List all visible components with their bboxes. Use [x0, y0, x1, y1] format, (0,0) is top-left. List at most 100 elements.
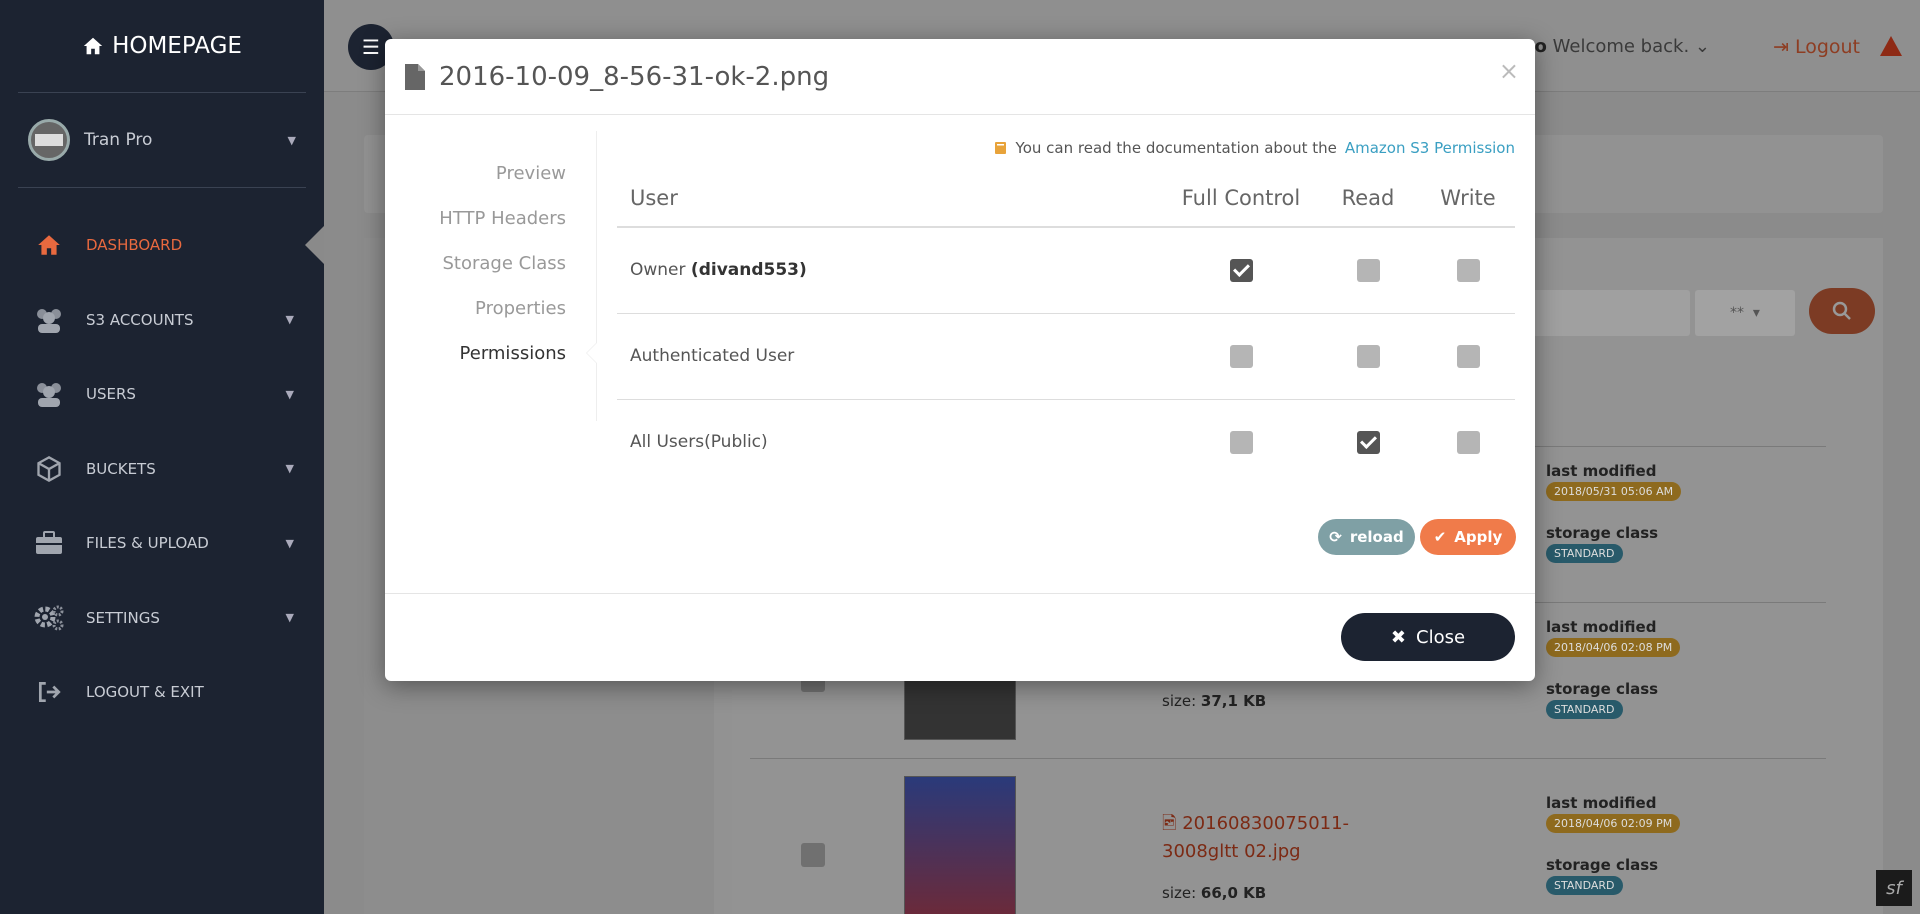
- filter-select-value: **: [1730, 305, 1745, 321]
- sign-out-icon: [32, 677, 66, 707]
- sidebar-item-buckets[interactable]: BUCKETS ▼: [0, 432, 324, 507]
- read-cell: [1315, 227, 1421, 314]
- modal-body: Preview HTTP Headers Storage Class Prope…: [385, 115, 1535, 593]
- apply-button[interactable]: ✔ Apply: [1420, 519, 1516, 555]
- read-cell: [1315, 399, 1421, 485]
- file-name: 20160830075011-3008gltt 02.jpg: [1162, 813, 1350, 862]
- avatar: [28, 119, 70, 161]
- search-button[interactable]: [1809, 288, 1875, 334]
- amazon-s3-permission-link[interactable]: Amazon S3 Permission: [1345, 139, 1515, 157]
- sidebar-item-label: LOGOUT & EXIT: [86, 683, 204, 702]
- sidebar-item-label: S3 ACCOUNTS: [86, 310, 194, 329]
- owner-full-control-checkbox[interactable]: [1229, 258, 1253, 282]
- image-file-icon: 🖻: [1162, 813, 1177, 834]
- file-size-label: size:: [1162, 884, 1197, 902]
- users-icon: [32, 305, 66, 335]
- column-header-full-control: Full Control: [1167, 169, 1315, 228]
- sidebar-item-files-upload[interactable]: FILES & UPLOAD ▼: [0, 506, 324, 581]
- tab-http-headers[interactable]: HTTP Headers: [385, 196, 596, 241]
- sidebar-item-dashboard[interactable]: DASHBOARD: [0, 208, 325, 283]
- read-cell: [1315, 313, 1421, 400]
- caret-down-icon: ▼: [285, 313, 294, 327]
- caret-down-icon: ▼: [287, 133, 296, 147]
- authenticated-full-control-checkbox[interactable]: [1229, 344, 1253, 368]
- brand-link[interactable]: HOMEPAGE: [0, 0, 324, 92]
- gear-icon: [32, 603, 66, 633]
- full-control-cell: [1167, 399, 1315, 485]
- caret-down-icon: ▼: [285, 536, 294, 550]
- last-modified-badge: 2018/04/06 02:09 PM: [1546, 814, 1681, 833]
- user-cell: Owner (divand553): [617, 227, 1167, 314]
- user-cell: All Users(Public): [630, 432, 768, 453]
- tab-permissions[interactable]: Permissions: [385, 331, 597, 376]
- write-cell: [1421, 399, 1515, 485]
- storage-class-badge: STANDARD: [1546, 544, 1623, 563]
- public-write-checkbox[interactable]: [1456, 430, 1480, 454]
- authenticated-read-checkbox[interactable]: [1356, 344, 1380, 368]
- cube-icon: [32, 454, 66, 484]
- logout-link[interactable]: ⇥ Logout: [1773, 36, 1860, 58]
- table-row: All Users(Public): [617, 399, 1515, 485]
- row-divider: [750, 758, 1826, 759]
- sign-out-icon: ⇥: [1772, 36, 1789, 58]
- modal-tabs: Preview HTTP Headers Storage Class Prope…: [385, 131, 597, 421]
- full-control-cell: [1167, 313, 1315, 400]
- row-checkbox[interactable]: [801, 843, 825, 867]
- home-icon: [32, 230, 66, 260]
- close-icon: ✖: [1390, 626, 1407, 648]
- tab-properties[interactable]: Properties: [385, 286, 596, 331]
- sidebar-item-label: SETTINGS: [86, 608, 160, 627]
- file-size-value: 37,1 KB: [1200, 692, 1267, 710]
- apply-label: Apply: [1454, 528, 1503, 546]
- owner-id: (divand553): [690, 260, 807, 281]
- documentation-note: You can read the documentation about the…: [994, 139, 1515, 157]
- documentation-text: You can read the documentation about the: [1015, 139, 1337, 157]
- last-modified-label: last modified: [1546, 794, 1657, 812]
- briefcase-icon: [32, 528, 66, 558]
- brand-label: HOMEPAGE: [112, 33, 242, 59]
- welcome-label: Welcome back.: [1552, 36, 1690, 57]
- file-modal: 2016-10-09_8-56-31-ok-2.png × Preview HT…: [385, 39, 1535, 681]
- table-row: Authenticated User: [617, 313, 1515, 400]
- reload-label: reload: [1349, 528, 1404, 546]
- owner-read-checkbox[interactable]: [1356, 258, 1380, 282]
- sidebar-item-s3-accounts[interactable]: S3 ACCOUNTS ▼: [0, 283, 324, 358]
- reload-button[interactable]: ⟳ reload: [1318, 519, 1415, 555]
- file-thumbnail[interactable]: [904, 776, 1016, 914]
- tab-preview[interactable]: Preview: [385, 151, 596, 196]
- public-read-checkbox[interactable]: [1356, 430, 1380, 454]
- close-button[interactable]: ✖ Close: [1341, 613, 1515, 661]
- check-icon: ✔: [1433, 528, 1447, 546]
- warning-icon[interactable]: [1880, 36, 1902, 56]
- column-header-write: Write: [1421, 169, 1515, 228]
- close-icon[interactable]: ×: [1499, 57, 1519, 85]
- file-icon: [405, 63, 425, 90]
- caret-down-icon: ▼: [285, 611, 294, 625]
- table-row: Owner (divand553): [617, 227, 1515, 314]
- sidebar-item-logout[interactable]: LOGOUT & EXIT: [0, 655, 324, 730]
- owner-write-checkbox[interactable]: [1456, 258, 1480, 282]
- users-icon: [32, 379, 66, 409]
- storage-class-badge: STANDARD: [1546, 700, 1623, 719]
- symfony-toolbar-icon[interactable]: sf: [1876, 870, 1912, 906]
- file-name-link[interactable]: 🖻 20160830075011-3008gltt 02.jpg: [1162, 810, 1422, 866]
- last-modified-badge: 2018/04/06 02:08 PM: [1546, 638, 1681, 657]
- permissions-table: User Full Control Read Write Owner (diva…: [617, 169, 1515, 485]
- user-cell: Authenticated User: [617, 313, 1167, 400]
- sidebar-item-users[interactable]: USERS ▼: [0, 357, 324, 432]
- sidebar-item-settings[interactable]: SETTINGS ▼: [0, 581, 324, 656]
- sidebar: HOMEPAGE Tran Pro ▼ DASHBOARD S3 ACCOUNT…: [0, 0, 325, 914]
- file-size: size: 66,0 KB: [1162, 884, 1266, 902]
- close-label: Close: [1416, 626, 1466, 648]
- book-icon: [994, 142, 1006, 154]
- tab-storage-class[interactable]: Storage Class: [385, 241, 596, 286]
- filter-select[interactable]: ** ▾: [1695, 290, 1795, 336]
- public-full-control-checkbox[interactable]: [1229, 430, 1253, 454]
- user-menu[interactable]: Tran Pro ▼: [0, 93, 324, 187]
- sidebar-nav: DASHBOARD S3 ACCOUNTS ▼ USERS ▼ BUCKETS …: [0, 208, 325, 730]
- user-name: Tran Pro: [84, 130, 153, 150]
- search-icon: [1832, 301, 1851, 320]
- file-size-label: size:: [1162, 692, 1197, 710]
- sidebar-item-label: USERS: [86, 385, 136, 404]
- authenticated-write-checkbox[interactable]: [1456, 344, 1480, 368]
